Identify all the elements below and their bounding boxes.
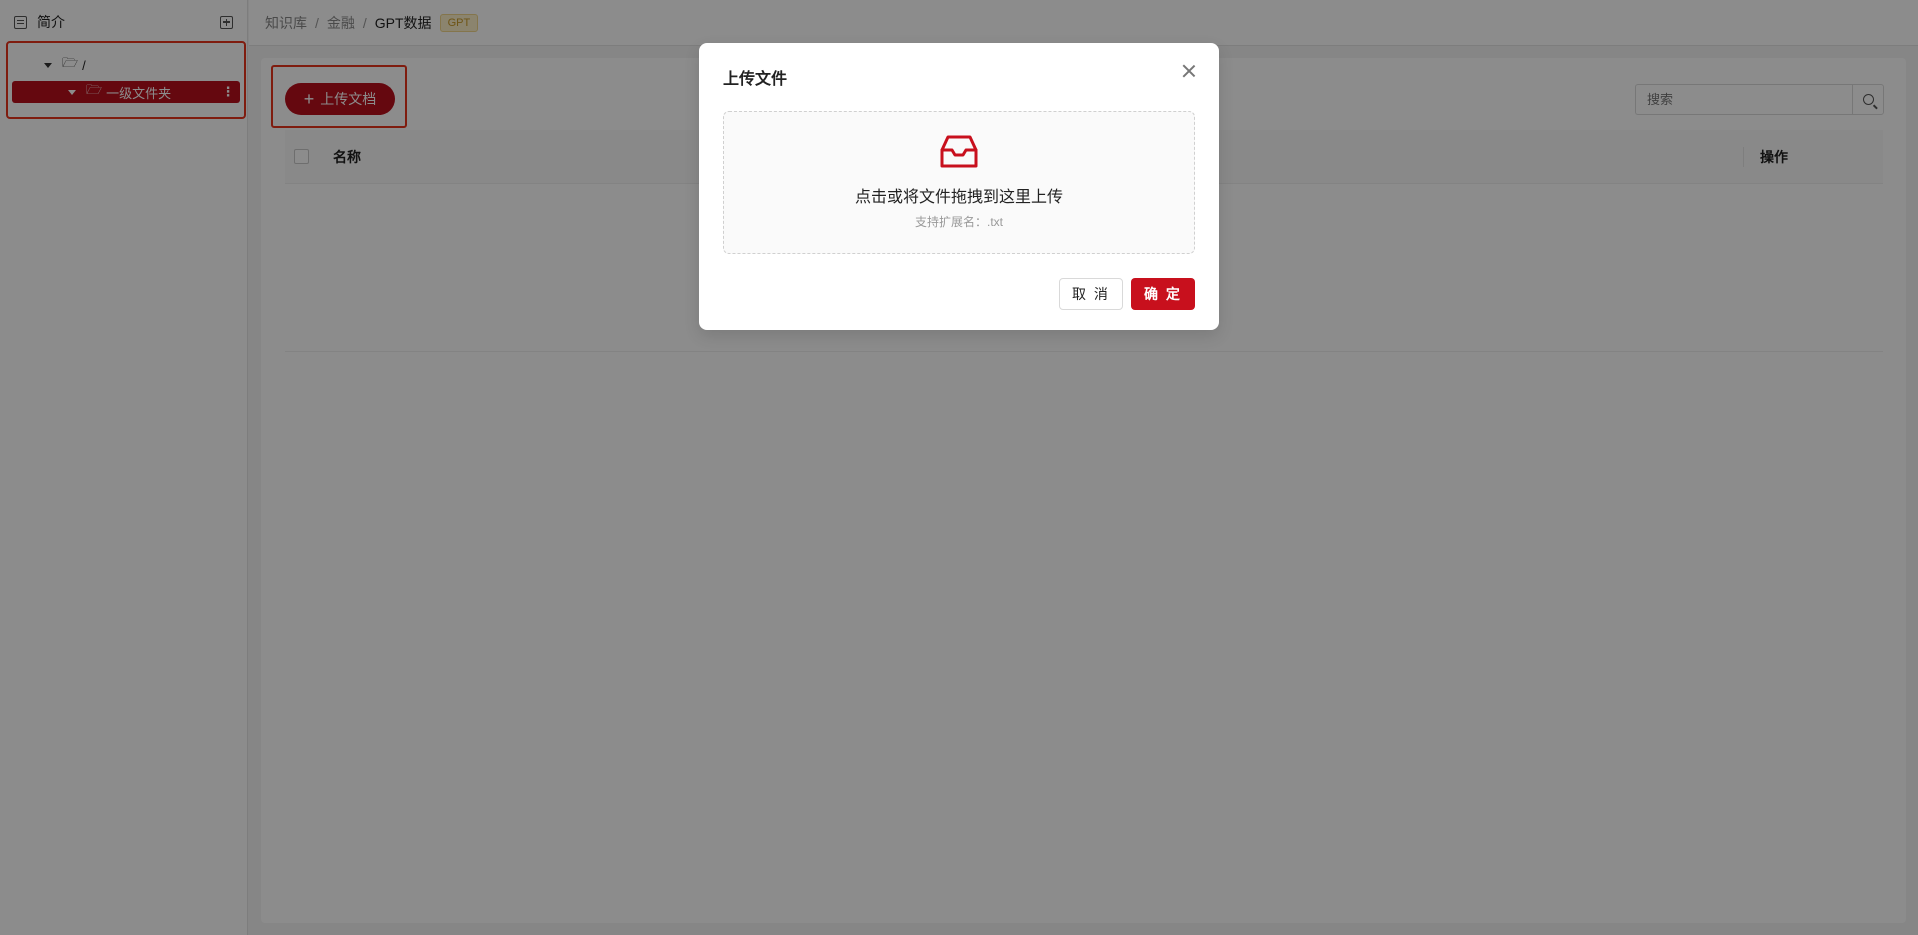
cancel-button[interactable]: 取 消 [1059,278,1123,310]
inbox-icon [939,132,979,175]
dialog-title: 上传文件 [723,71,788,88]
dropzone-text: 点击或将文件拖拽到这里上传 [854,189,1063,206]
confirm-button[interactable]: 确 定 [1131,278,1195,310]
dropzone-hint: 支持扩展名：.txt [914,215,1003,229]
dialog-footer: 取 消 确 定 [1059,278,1195,310]
upload-file-dialog: 上传文件 点击或将文件拖拽到这里上传 支持扩展名：.txt 取 消 确 定 [699,43,1219,330]
file-dropzone[interactable]: 点击或将文件拖拽到这里上传 支持扩展名：.txt [723,111,1195,254]
close-icon[interactable] [1179,61,1199,81]
